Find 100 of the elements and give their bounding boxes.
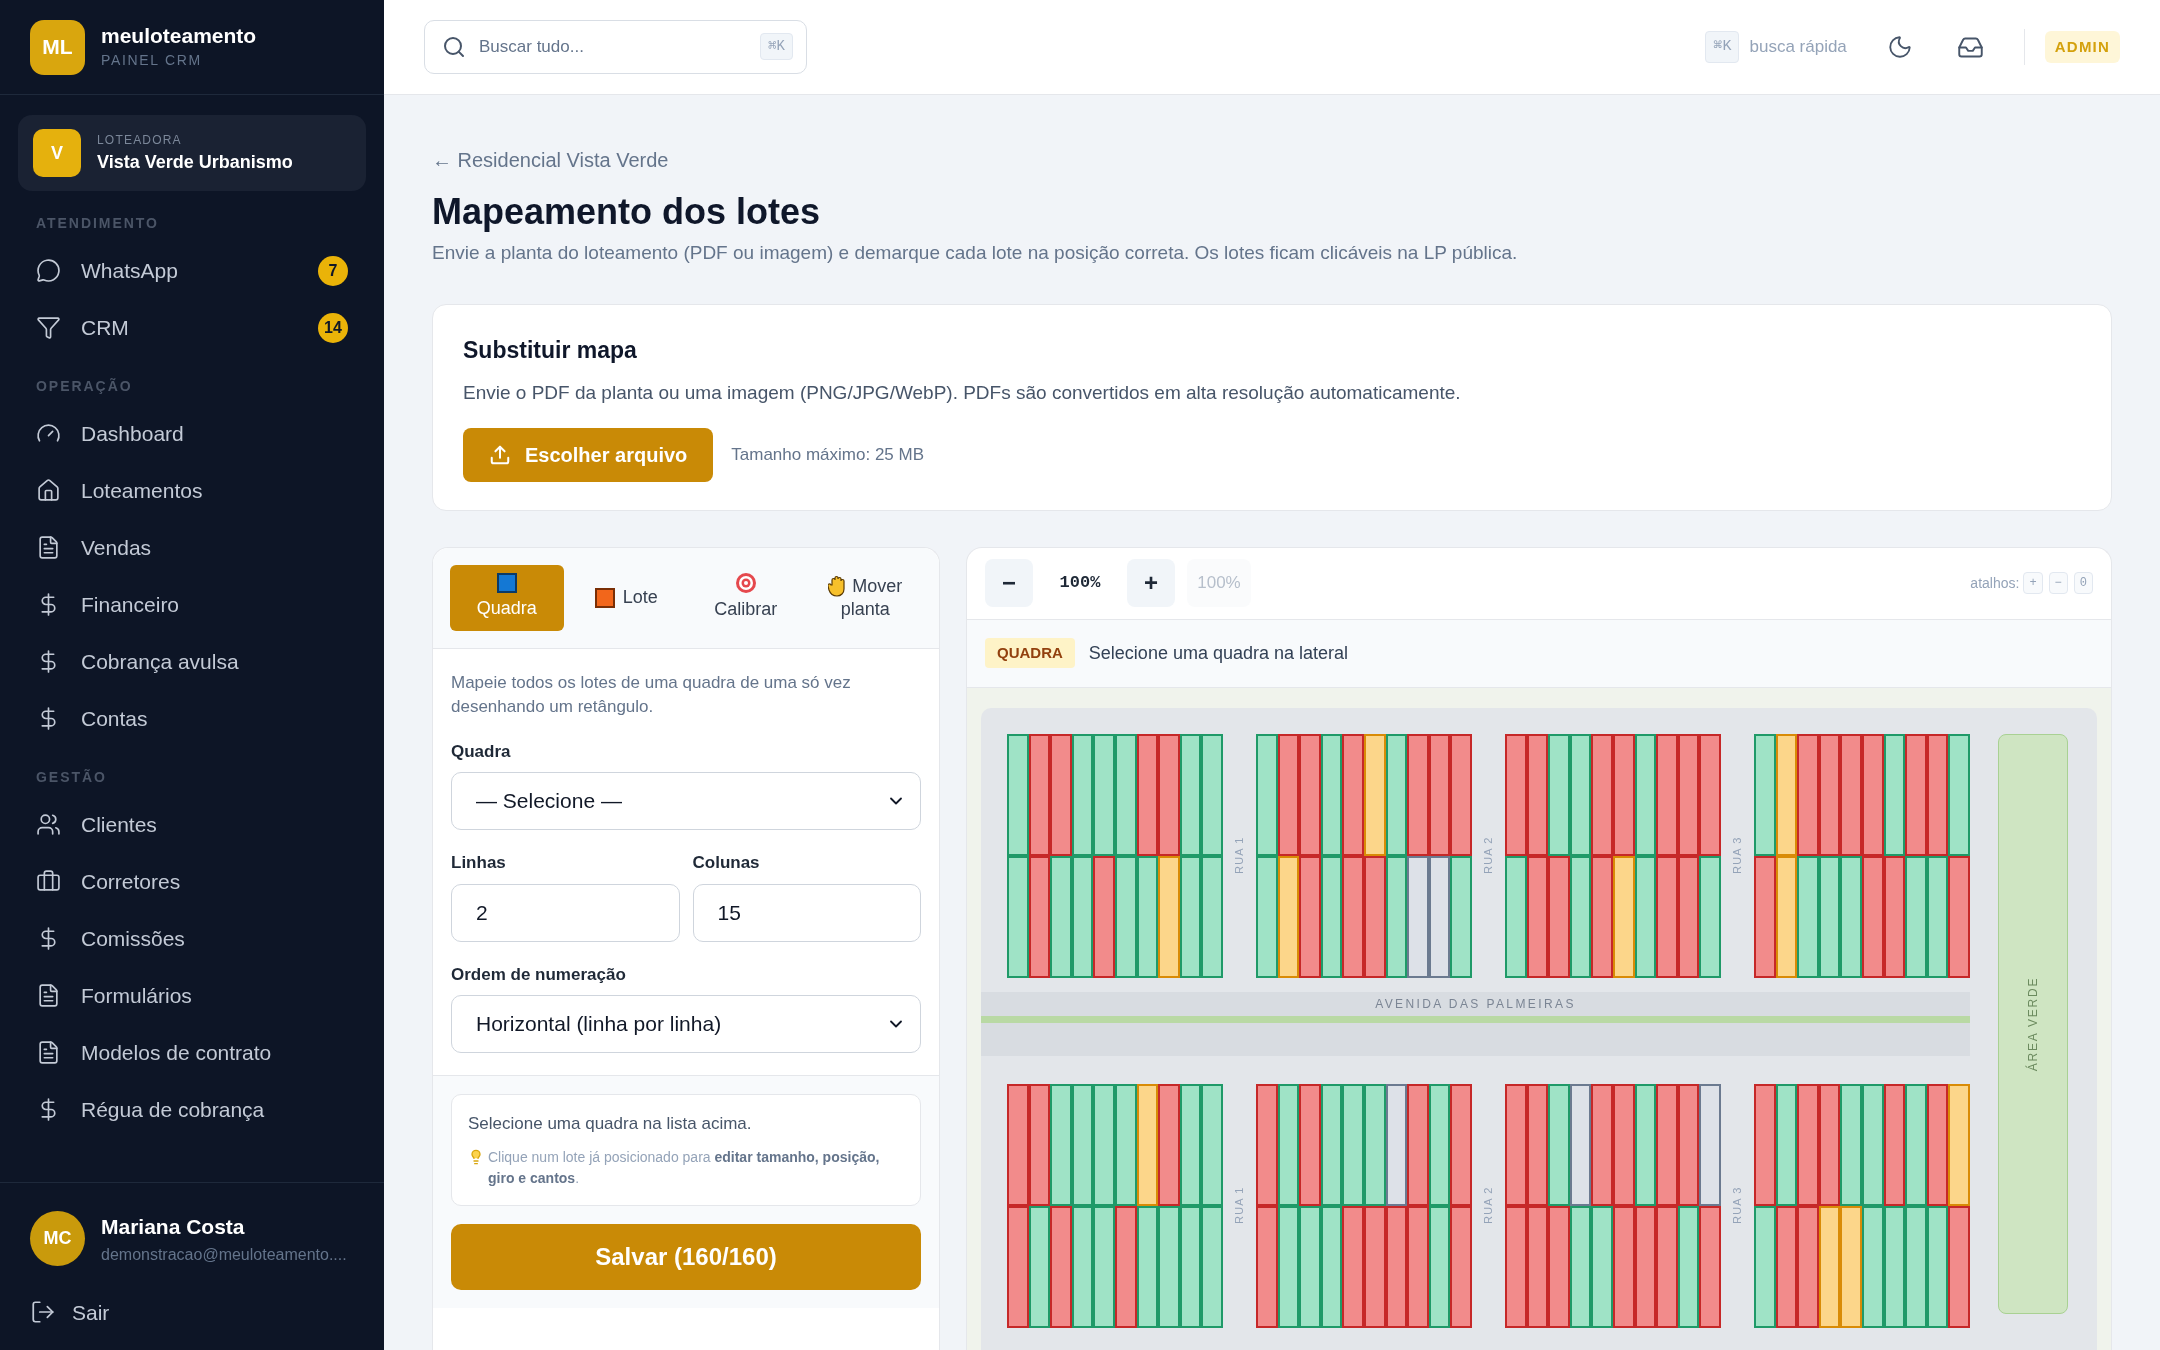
zoom-out-button[interactable]: − — [985, 559, 1033, 607]
lot[interactable] — [1948, 855, 1970, 978]
lot[interactable] — [1299, 733, 1321, 856]
lot[interactable] — [1256, 1083, 1278, 1206]
nav-item[interactable]: Corretores — [14, 853, 370, 910]
lot[interactable] — [1277, 1083, 1300, 1206]
lot[interactable] — [1548, 733, 1570, 856]
nav-item[interactable]: Vendas — [14, 519, 370, 576]
lot[interactable] — [1548, 1083, 1570, 1206]
lot[interactable] — [1677, 1083, 1700, 1206]
lot[interactable] — [1526, 733, 1549, 856]
lot[interactable] — [1114, 733, 1137, 856]
lot[interactable] — [1861, 1083, 1884, 1206]
nav-item[interactable]: Dashboard — [14, 405, 370, 462]
lot[interactable] — [1179, 733, 1202, 856]
map-block[interactable] — [1256, 733, 1472, 978]
lot[interactable] — [1548, 1205, 1570, 1328]
lot[interactable] — [1093, 855, 1115, 978]
lot[interactable] — [1050, 1083, 1072, 1206]
lot[interactable] — [1256, 1205, 1278, 1328]
lot[interactable] — [1071, 733, 1094, 856]
lot[interactable] — [1818, 733, 1841, 856]
lot[interactable] — [1797, 1083, 1819, 1206]
lot[interactable] — [1754, 1083, 1776, 1206]
lot[interactable] — [1007, 1205, 1029, 1328]
input-field[interactable]: 2 — [451, 883, 680, 942]
lot[interactable] — [1656, 855, 1678, 978]
lot[interactable] — [1136, 1083, 1159, 1206]
lot[interactable] — [1612, 733, 1635, 856]
lot[interactable] — [1591, 733, 1613, 856]
lot[interactable] — [1450, 855, 1472, 978]
nav-item[interactable]: CRM 14 — [14, 299, 370, 356]
lot[interactable] — [1050, 855, 1072, 978]
lot[interactable] — [1840, 855, 1862, 978]
lot[interactable] — [1342, 1083, 1364, 1206]
lot[interactable] — [1093, 1083, 1115, 1206]
lot[interactable] — [1591, 855, 1613, 978]
nav-item[interactable]: Clientes — [14, 796, 370, 853]
nav-item[interactable]: Financeiro — [14, 576, 370, 633]
lot[interactable] — [1363, 1083, 1386, 1206]
lot[interactable] — [1548, 855, 1570, 978]
lot[interactable] — [1342, 733, 1364, 856]
lot[interactable] — [1277, 733, 1300, 856]
lot[interactable] — [1428, 1083, 1451, 1206]
lot[interactable] — [1201, 1083, 1223, 1206]
lot[interactable] — [1158, 855, 1180, 978]
lot[interactable] — [1775, 1083, 1798, 1206]
lot[interactable] — [1754, 1205, 1776, 1328]
lot[interactable] — [1569, 733, 1592, 856]
nav-item[interactable]: Modelos de contrato — [14, 1024, 370, 1081]
lot[interactable] — [1450, 1205, 1472, 1328]
lot[interactable] — [1320, 733, 1343, 856]
lot[interactable] — [1407, 855, 1429, 978]
lot[interactable] — [1797, 733, 1819, 856]
map-block[interactable] — [1505, 1083, 1721, 1328]
lot[interactable] — [1256, 855, 1278, 978]
map-block[interactable] — [1505, 733, 1721, 978]
lot[interactable] — [1407, 1205, 1429, 1328]
lot[interactable] — [1591, 1083, 1613, 1206]
input-field[interactable]: 15 — [692, 883, 921, 942]
lot[interactable] — [1201, 1205, 1223, 1328]
lot[interactable] — [1775, 733, 1798, 856]
lot[interactable] — [1883, 733, 1906, 856]
tool-tab[interactable]: Lote — [569, 564, 683, 631]
lot[interactable] — [1634, 1083, 1657, 1206]
lot[interactable] — [1905, 1083, 1927, 1206]
lot[interactable] — [1136, 733, 1159, 856]
lot[interactable] — [1905, 1205, 1927, 1328]
lot[interactable] — [1656, 1083, 1678, 1206]
lot[interactable] — [1699, 1205, 1721, 1328]
lot[interactable] — [1797, 1205, 1819, 1328]
nav-item[interactable]: Contas — [14, 690, 370, 747]
back-link[interactable]: ← Residencial Vista Verde — [432, 145, 2112, 175]
lot[interactable] — [1905, 733, 1927, 856]
lot[interactable] — [1634, 733, 1657, 856]
lot[interactable] — [1201, 855, 1223, 978]
lot[interactable] — [1699, 733, 1721, 856]
map-block[interactable] — [1754, 1083, 1970, 1328]
lot[interactable] — [1505, 1083, 1527, 1206]
zoom-in-button[interactable]: + — [1127, 559, 1175, 607]
lot[interactable] — [1948, 1205, 1970, 1328]
lot[interactable] — [1256, 733, 1278, 856]
lot[interactable] — [1179, 1083, 1202, 1206]
lot[interactable] — [1526, 1083, 1549, 1206]
lot[interactable] — [1926, 1083, 1949, 1206]
lot[interactable] — [1840, 1205, 1862, 1328]
lot[interactable] — [1699, 1083, 1721, 1206]
lot[interactable] — [1905, 855, 1927, 978]
lot[interactable] — [1071, 1083, 1094, 1206]
nav-item[interactable]: WhatsApp 7 — [14, 242, 370, 299]
tool-tab[interactable]: Calibrar — [689, 564, 803, 631]
nav-item[interactable]: Régua de cobrança — [14, 1081, 370, 1138]
lot[interactable] — [1818, 1083, 1841, 1206]
map-block[interactable] — [1007, 733, 1223, 978]
lot[interactable] — [1612, 1083, 1635, 1206]
tool-tab[interactable]: Mover planta — [808, 564, 922, 631]
lot[interactable] — [1883, 1083, 1906, 1206]
lot[interactable] — [1926, 733, 1949, 856]
lot[interactable] — [1754, 733, 1776, 856]
lot[interactable] — [1407, 1083, 1429, 1206]
